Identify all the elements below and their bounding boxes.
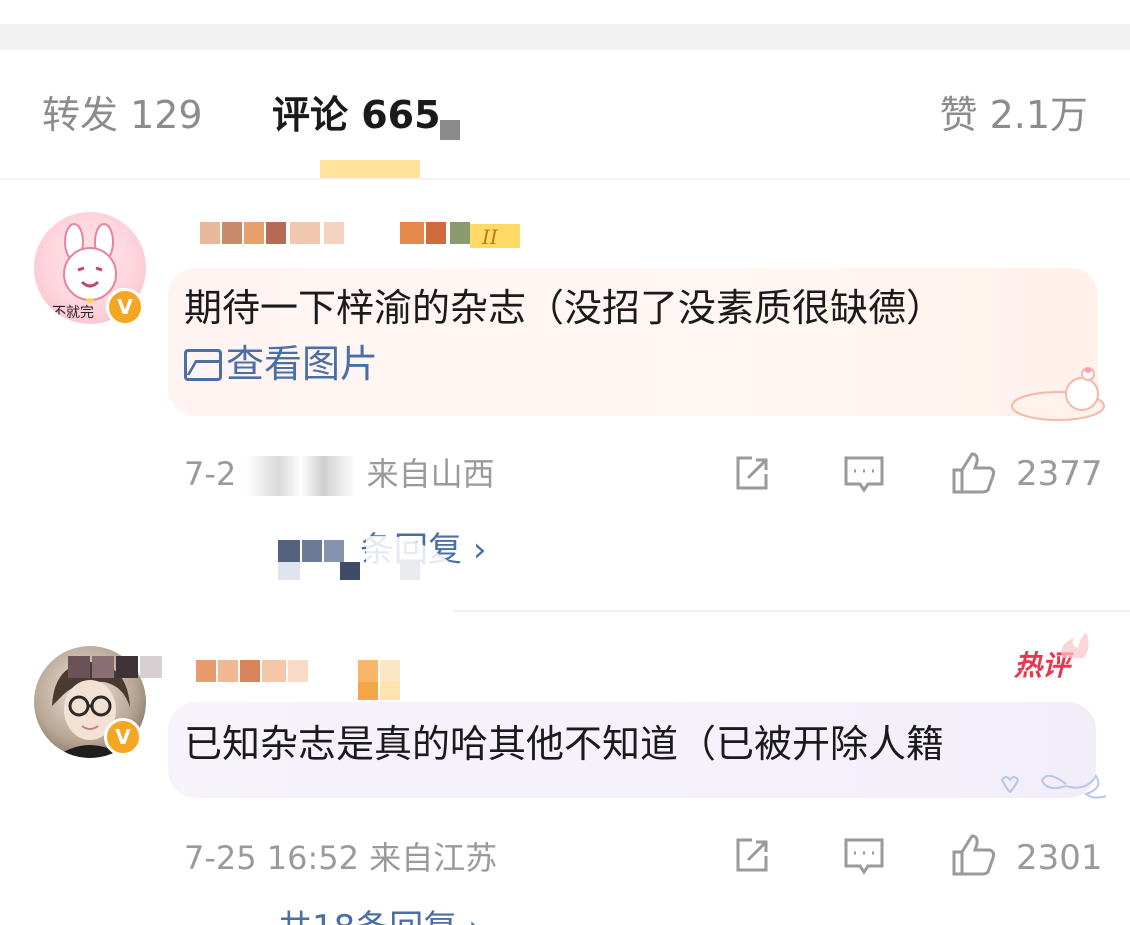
replies-label: 共18条回复 bbox=[278, 908, 457, 925]
reply-mosaic-icon bbox=[278, 536, 458, 582]
verified-badge: V bbox=[106, 288, 144, 326]
view-image-link[interactable]: 查看图片 bbox=[184, 338, 378, 390]
chevron-right-icon: › bbox=[472, 530, 487, 570]
comment-meta: 7-25 16:52 来自江苏 bbox=[184, 836, 497, 880]
comment-text: 已知杂志是真的哈其他不知道（已被开除人籍 bbox=[184, 722, 945, 766]
comment-text: 期待一下梓渝的杂志（没招了没素质很缺德） bbox=[184, 286, 945, 330]
thumbs-up-icon[interactable] bbox=[950, 450, 998, 496]
replies-link[interactable]: 共18条回复 › bbox=[278, 906, 482, 925]
avatar-mosaic-icon bbox=[68, 656, 162, 678]
bow-sticker-icon bbox=[1000, 774, 1107, 799]
mosaic-blur bbox=[440, 120, 460, 140]
top-white-strip bbox=[0, 0, 1130, 24]
svg-text:II: II bbox=[481, 225, 499, 249]
comment-location: 来自江苏 bbox=[369, 839, 498, 877]
cat-sticker-icon bbox=[1011, 367, 1105, 421]
flame-icon bbox=[1061, 632, 1089, 658]
tab-divider bbox=[0, 178, 1130, 180]
comment-date: 7-2 bbox=[184, 455, 237, 493]
image-icon bbox=[184, 349, 222, 381]
tab-repost[interactable]: 转发 129 bbox=[42, 90, 203, 140]
reply-icon[interactable] bbox=[842, 836, 886, 876]
thumbs-up-icon[interactable] bbox=[950, 832, 998, 878]
comment-meta: 7-2 来自山西 bbox=[184, 452, 495, 496]
chevron-right-icon: › bbox=[468, 908, 482, 925]
comment-divider bbox=[454, 610, 1130, 612]
weibo-comments-page: 转发 129 评论 665 赞 2.1万 不就完 V II 期待一下梓渝的杂志（… bbox=[0, 0, 1130, 925]
share-icon[interactable] bbox=[732, 454, 772, 494]
svg-text:不就完: 不就完 bbox=[52, 305, 94, 321]
reply-icon[interactable] bbox=[842, 454, 886, 494]
like-count: 2301 bbox=[1016, 838, 1103, 878]
comment-date: 7-25 16:52 bbox=[184, 839, 360, 877]
date-mosaic bbox=[246, 456, 357, 496]
top-gray-strip bbox=[0, 24, 1130, 50]
view-image-label: 查看图片 bbox=[226, 342, 379, 386]
tab-active-indicator bbox=[320, 160, 420, 178]
tab-comment[interactable]: 评论 665 bbox=[272, 90, 441, 140]
like-count: 2377 bbox=[1016, 454, 1103, 494]
share-icon[interactable] bbox=[732, 836, 772, 876]
comment-location: 来自山西 bbox=[366, 455, 495, 493]
username-mosaic[interactable]: II bbox=[200, 218, 526, 249]
tab-like[interactable]: 赞 2.1万 bbox=[939, 90, 1088, 140]
tab-bar: 转发 129 评论 665 赞 2.1万 bbox=[0, 50, 1130, 178]
mosaic-icon: II bbox=[200, 222, 526, 249]
verified-badge: V bbox=[104, 718, 142, 756]
username-mosaic-icon[interactable] bbox=[196, 656, 406, 702]
